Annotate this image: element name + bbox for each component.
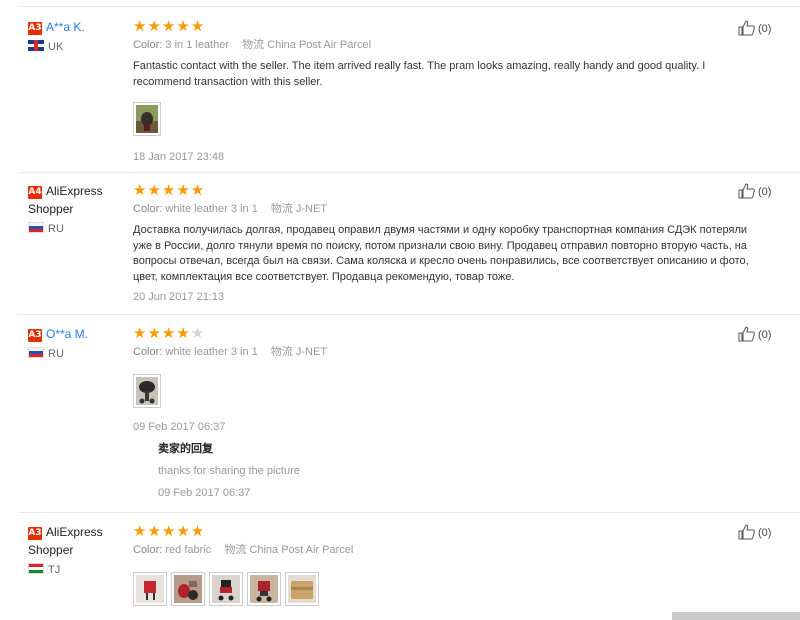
- ru-flag-icon: [28, 347, 44, 358]
- seller-reply-text: thanks for sharing the picture: [158, 465, 300, 477]
- star-rating: ★★★★★: [133, 523, 206, 540]
- review-divider: [18, 172, 800, 173]
- color-value: 3 in 1 leather: [165, 39, 230, 51]
- reviewer-info: A3 A**a K. UK: [28, 18, 128, 54]
- order-info: Color: 3 in 1 leather 物流 China Post Air …: [133, 39, 372, 51]
- photo-thumbnail-icon: [288, 575, 316, 603]
- order-info: Color: white leather 3 in 1 物流 J-NET: [133, 346, 328, 358]
- review-photo[interactable]: [285, 572, 319, 606]
- review-text: Доставка получилась долгая, продавец опр…: [133, 224, 749, 283]
- seller-reply-title: 卖家的回复: [158, 443, 213, 455]
- color-value: white leather 3 in 1: [165, 203, 258, 215]
- review-photos: [133, 374, 773, 408]
- uk-flag-icon: [28, 40, 44, 51]
- seller-reply: 卖家的回复 thanks for sharing the picture 09 …: [158, 442, 773, 500]
- helpful-button[interactable]: (0): [738, 524, 771, 542]
- star-rating: ★★★★★: [133, 325, 206, 342]
- helpful-count: (0): [758, 186, 772, 198]
- color-value: red fabric: [165, 544, 212, 556]
- seller-reply-date: 09 Feb 2017 06:37: [158, 487, 251, 499]
- review-photo[interactable]: [247, 572, 281, 606]
- buyer-level-badge: A3: [28, 527, 42, 540]
- buyer-level-badge: A3: [28, 329, 42, 342]
- buyer-level-badge: A3: [28, 22, 42, 35]
- shipping-label: 物流: [270, 346, 293, 358]
- photo-thumbnail-icon: [250, 575, 278, 603]
- reviewer-country: RU: [28, 347, 128, 361]
- photo-thumbnail-icon: [212, 575, 240, 603]
- shipping-value: J-NET: [295, 203, 328, 215]
- review-date: 20 Jun 2017 21:13: [133, 291, 225, 303]
- review-body: ★★★★★ Color: white leather 3 in 1 物流 J-N…: [133, 326, 773, 500]
- thumbs-up-icon: [738, 183, 755, 199]
- order-info: Color: white leather 3 in 1 物流 J-NET: [133, 203, 328, 215]
- tj-flag-icon: [28, 563, 44, 574]
- shipping-value: China Post Air Parcel: [249, 544, 354, 556]
- reviewer-name[interactable]: A**a K.: [46, 20, 85, 34]
- review-photos: [133, 572, 773, 606]
- shipping-label: 物流: [242, 39, 265, 51]
- horizontal-scrollbar[interactable]: [672, 612, 800, 620]
- review-body: ★★★★★ Color: 3 in 1 leather 物流 China Pos…: [133, 19, 773, 164]
- star-rating: ★★★★★: [133, 182, 206, 199]
- shipping-value: J-NET: [295, 346, 328, 358]
- thumbs-up-icon: [738, 326, 755, 342]
- photo-thumbnail-icon: [136, 575, 164, 603]
- thumbs-up-icon: [738, 20, 755, 36]
- review-date: 09 Feb 2017 06:37: [133, 421, 226, 433]
- helpful-button[interactable]: (0): [738, 183, 771, 201]
- reviewer-info: A4 AliExpress Shopper RU: [28, 182, 128, 236]
- photo-thumbnail-icon: [136, 105, 158, 133]
- reviewer-info: A3 O**a M. RU: [28, 325, 128, 361]
- reviewer-name[interactable]: O**a M.: [46, 327, 88, 341]
- star-rating: ★★★★★: [133, 18, 206, 35]
- shipping-label: 物流: [224, 544, 247, 556]
- shipping-label: 物流: [270, 203, 293, 215]
- top-divider: [18, 6, 800, 7]
- buyer-level-badge: A4: [28, 186, 42, 199]
- reviewer-country: UK: [28, 40, 128, 54]
- color-value: white leather 3 in 1: [165, 346, 258, 358]
- reviewer-country: TJ: [28, 563, 128, 577]
- review-photo[interactable]: [133, 374, 161, 408]
- reviewer-country: RU: [28, 222, 128, 236]
- helpful-count: (0): [758, 329, 772, 341]
- helpful-button[interactable]: (0): [738, 20, 771, 38]
- review-photo[interactable]: [171, 572, 205, 606]
- review-divider: [18, 314, 800, 315]
- review-photo[interactable]: [133, 572, 167, 606]
- review-divider: [18, 512, 800, 513]
- helpful-button[interactable]: (0): [738, 326, 771, 344]
- review-photo[interactable]: [209, 572, 243, 606]
- shipping-value: China Post Air Parcel: [267, 39, 372, 51]
- helpful-count: (0): [758, 23, 772, 35]
- review-body: ★★★★★ Color: red fabric 物流 China Post Ai…: [133, 524, 773, 606]
- photo-thumbnail-icon: [136, 377, 158, 405]
- review-date: 18 Jan 2017 23:48: [133, 151, 225, 163]
- ru-flag-icon: [28, 222, 44, 233]
- order-info: Color: red fabric 物流 China Post Air Parc…: [133, 544, 354, 556]
- helpful-count: (0): [758, 527, 772, 539]
- review-photo[interactable]: [133, 102, 161, 136]
- thumbs-up-icon: [738, 524, 755, 540]
- review-body: ★★★★★ Color: white leather 3 in 1 物流 J-N…: [133, 183, 773, 304]
- reviewer-info: A3 AliExpress Shopper TJ: [28, 523, 128, 577]
- review-text: Fantastic contact with the seller. The i…: [133, 60, 706, 88]
- photo-thumbnail-icon: [174, 575, 202, 603]
- review-photos: [133, 102, 773, 136]
